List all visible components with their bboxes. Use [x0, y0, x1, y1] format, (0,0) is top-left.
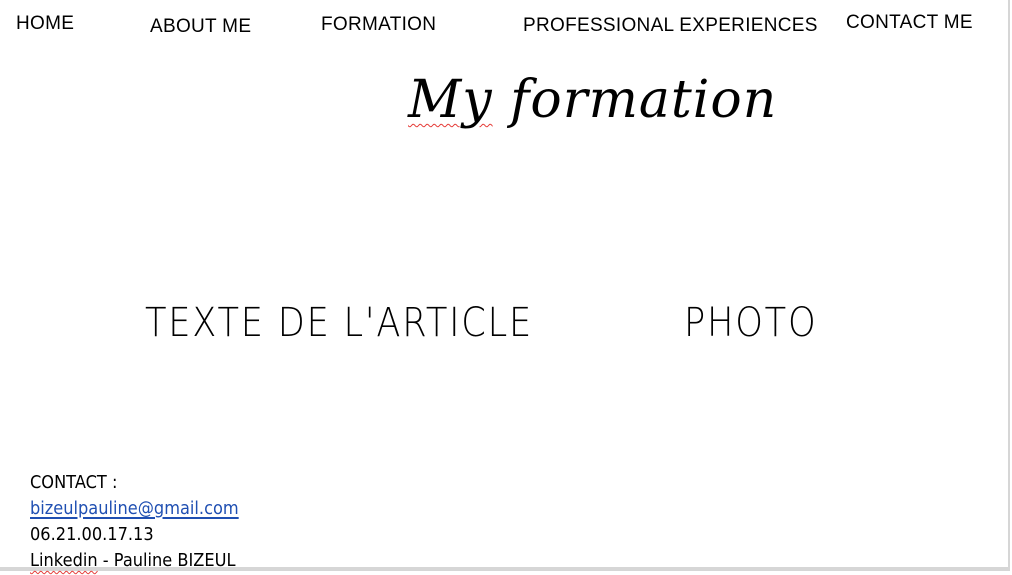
nav-home-link[interactable]: HOME — [16, 13, 74, 35]
linkedin-name: - Pauline BIZEUL — [97, 550, 236, 571]
nav-about-link[interactable]: ABOUT ME — [150, 16, 251, 38]
nav-formation-link[interactable]: FORMATION — [321, 14, 436, 36]
contact-phone: 06.21.00.17.13 — [30, 524, 154, 545]
contact-linkedin: Linkedin - Pauline BIZEUL — [30, 548, 239, 574]
nav-professional-experiences-link[interactable]: PROFESSIONAL EXPERIENCES — [523, 15, 818, 37]
nav-contact-link[interactable]: CONTACT ME — [846, 12, 973, 34]
page-title-word-formation: formation — [492, 70, 778, 130]
contact-label: CONTACT : — [30, 472, 118, 493]
page-title: My formation — [408, 70, 777, 130]
linkedin-word: Linkedin — [30, 550, 98, 571]
photo-placeholder: PHOTO — [684, 300, 818, 346]
article-text-placeholder: TEXTE DE L'ARTICLE — [145, 300, 533, 346]
page-title-word-my: My — [408, 70, 493, 130]
contact-block: CONTACT : bizeulpauline@gmail.com 06.21.… — [30, 470, 239, 574]
contact-email-link[interactable]: bizeulpauline@gmail.com — [30, 498, 239, 519]
